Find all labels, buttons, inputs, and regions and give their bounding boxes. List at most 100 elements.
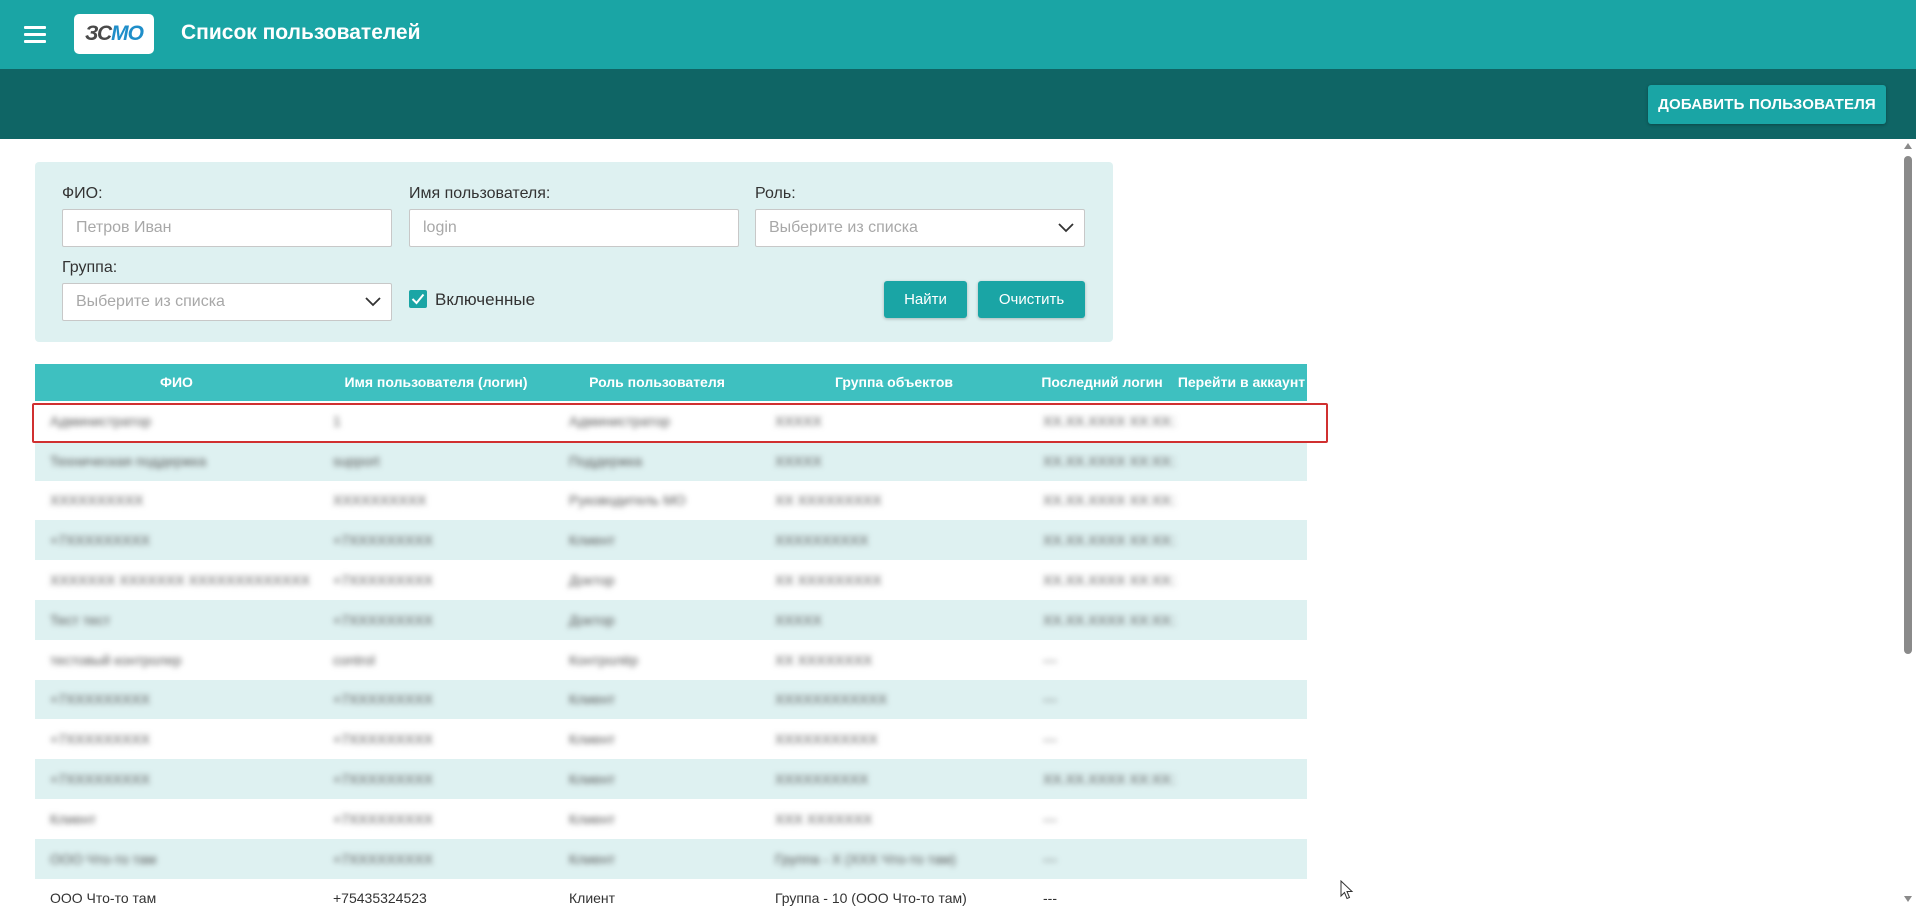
group-label: Группа: [62, 259, 118, 276]
mouse-cursor-icon [1340, 880, 1354, 900]
cell-role: Руководитель МО [569, 492, 686, 509]
cell-role: Клиент [569, 810, 616, 827]
table-row[interactable]: тестовый контролер control Контролёр XX XXX… [35, 639, 1307, 680]
role-select[interactable]: Выберите из списка [755, 209, 1085, 247]
cell-last: --- [1043, 810, 1057, 827]
cell-group: XXX XXXXXXX [775, 810, 873, 827]
cell-fio: +7XXXXXXXXX [50, 771, 151, 788]
column-header-account: Перейти в аккаунт [1177, 374, 1306, 390]
cell-group: XXXXXXXXXX [775, 532, 869, 549]
cell-login: +7XXXXXXXXX [333, 611, 434, 628]
username-input[interactable] [409, 209, 739, 247]
cell-last: --- [1043, 850, 1057, 867]
cell-role: Поддержка [569, 452, 643, 469]
table-row[interactable]: Администратор 1 Администратор XXXXX XX.XX.XX… [35, 401, 1307, 441]
cell-group: XXXXX [775, 412, 822, 429]
table-body: Администратор 1 Администратор XXXXX XX.XX.XX… [35, 401, 1307, 918]
cell-login: +7XXXXXXXXX [333, 731, 434, 748]
role-select-placeholder: Выберите из списка [769, 219, 918, 236]
cell-fio: ООО Что-то там [50, 890, 157, 907]
group-select-placeholder: Выберите из списка [76, 293, 225, 310]
cell-role: Клиент [569, 850, 616, 867]
table-row[interactable]: ООО Что-то там +75435324523 Клиент Группа -… [35, 878, 1307, 918]
table-row[interactable]: Тест тест +7XXXXXXXXX Доктор XXXXX XX.XX.XXX… [35, 599, 1307, 640]
enabled-checkbox[interactable] [409, 290, 427, 308]
cell-last: XX.XX.XXXX XX:XX:XX [1043, 412, 1176, 429]
logo[interactable]: ЗСМО [74, 14, 154, 54]
cell-fio: Клиент [50, 810, 97, 827]
cell-role: Клиент [569, 532, 616, 549]
column-header-last-login[interactable]: Последний логин [1028, 364, 1176, 401]
cell-group: XXXXX [775, 611, 822, 628]
table-row[interactable]: +7XXXXXXXXX+7XXXXXXXXXКлиентXXXXXXXXXXXX… [35, 679, 1307, 720]
table-row[interactable]: +7XXXXXXXXX +7XXXXXXXXX Клиент XXXXXXXXXX XX… [35, 759, 1307, 799]
table-row[interactable]: +7XXXXXXXXX +7XXXXXXXXX Клиент XXXXXXXXXXX -… [35, 719, 1307, 760]
cell-login: +7XXXXXXXXX [333, 572, 434, 589]
chevron-down-icon [365, 297, 381, 307]
enabled-label: Включенные [435, 290, 536, 309]
cell-group: XXXXXXXXXXX [775, 731, 878, 748]
users-table: ФИО Имя пользователя (логин) Роль пользо… [35, 364, 1307, 918]
cell-group: XX XXXXXXXXX [775, 492, 882, 509]
table-row[interactable]: Клиент +7XXXXXXXXX Клиент XXX XXXXXXX --- [35, 798, 1307, 839]
column-header-login[interactable]: Имя пользователя (логин) [318, 364, 554, 401]
scroll-up-icon[interactable] [1904, 143, 1912, 149]
cell-group: Группа - 10 (ООО Что-то там) [775, 890, 967, 907]
column-header-group[interactable]: Группа объектов [760, 364, 1028, 401]
fio-input[interactable] [62, 209, 392, 247]
toolbar [0, 69, 1916, 139]
cell-login: +7XXXXXXXXX [333, 771, 434, 788]
filter-panel: ФИО: Имя пользователя: Роль: Выберите из… [35, 162, 1113, 342]
cell-last: XX.XX.XXXX XX:XX:XX [1043, 771, 1176, 788]
cell-login: 1 [333, 412, 341, 429]
page-title: Список пользователей [181, 21, 421, 44]
cell-fio: ООО Что-то там [50, 850, 157, 867]
cell-fio: Администратор [50, 412, 152, 429]
table-row[interactable]: ООО Что-то там +7XXXXXXXXX Клиент Группа - … [35, 838, 1307, 879]
cell-role: Клиент [569, 771, 616, 788]
scroll-down-icon[interactable] [1904, 896, 1912, 902]
cell-role: Доктор [569, 572, 615, 589]
cell-last: XX.XX.XXXX XX:XX:XX [1043, 611, 1176, 628]
cell-fio: Тест тест [50, 611, 111, 628]
cell-role: Клиент [569, 890, 616, 907]
username-label: Имя пользователя: [409, 185, 551, 202]
column-header-fio[interactable]: ФИО [35, 364, 318, 401]
cell-fio: XXXXXXXXXX [50, 492, 144, 509]
chevron-down-icon [1058, 223, 1074, 233]
table-row[interactable]: XXXXXXX XXXXXXX XXXXXXXXXXXXX +7XXXXXXXXX… [35, 560, 1307, 600]
cell-login: XXXXXXXXXX [333, 492, 427, 509]
cell-group: XXXXXXXXXX [775, 771, 869, 788]
top-app-bar: ЗСМО Список пользователей [0, 0, 1916, 69]
cell-last: --- [1043, 651, 1057, 668]
cell-last: --- [1043, 890, 1057, 907]
column-header-role[interactable]: Роль пользователя [554, 364, 760, 401]
cell-last: --- [1043, 691, 1057, 708]
cell-login: +7XXXXXXXXX [333, 810, 434, 827]
cell-group: Группа - X (XXX Что-то там) [775, 850, 956, 867]
cell-last: XX.XX.XXXX XX:XX:XX [1043, 532, 1176, 549]
table-row[interactable]: XXXXXXXXXX XXXXXXXXXX Руководитель МО XX XX… [35, 480, 1307, 521]
cell-group: XX XXXXXXXXX [775, 572, 882, 589]
cell-fio: Техническая поддержка [50, 452, 207, 469]
table-row[interactable]: Техническая поддержка support Поддержка XXX… [35, 440, 1307, 481]
scrollbar-thumb[interactable] [1904, 156, 1912, 654]
cell-role: Клиент [569, 731, 616, 748]
cell-last: XX.XX.XXXX XX:XX:XX [1043, 492, 1176, 509]
cell-fio: XXXXXXX XXXXXXX XXXXXXXXXXXXX [50, 572, 310, 589]
cell-fio: +7XXXXXXXXX [50, 532, 151, 549]
find-button[interactable]: Найти [884, 281, 967, 318]
menu-icon[interactable] [24, 25, 46, 43]
table-row[interactable]: +7XXXXXXXXX+7XXXXXXXXXКлиентXXXXXXXXXXXX… [35, 520, 1307, 561]
cell-fio: тестовый контролер [50, 651, 182, 668]
table-header: ФИО Имя пользователя (логин) Роль пользо… [35, 364, 1307, 401]
group-select[interactable]: Выберите из списка [62, 283, 392, 321]
add-user-button[interactable]: ДОБАВИТЬ ПОЛЬЗОВАТЕЛЯ [1648, 85, 1886, 124]
cell-login: +7XXXXXXXXX [333, 691, 434, 708]
role-label: Роль: [755, 185, 796, 202]
clear-button[interactable]: Очистить [978, 281, 1085, 318]
fio-label: ФИО: [62, 185, 103, 202]
cell-fio: +7XXXXXXXXX [50, 691, 151, 708]
cell-login: support [333, 452, 380, 469]
cell-fio: +7XXXXXXXXX [50, 731, 151, 748]
